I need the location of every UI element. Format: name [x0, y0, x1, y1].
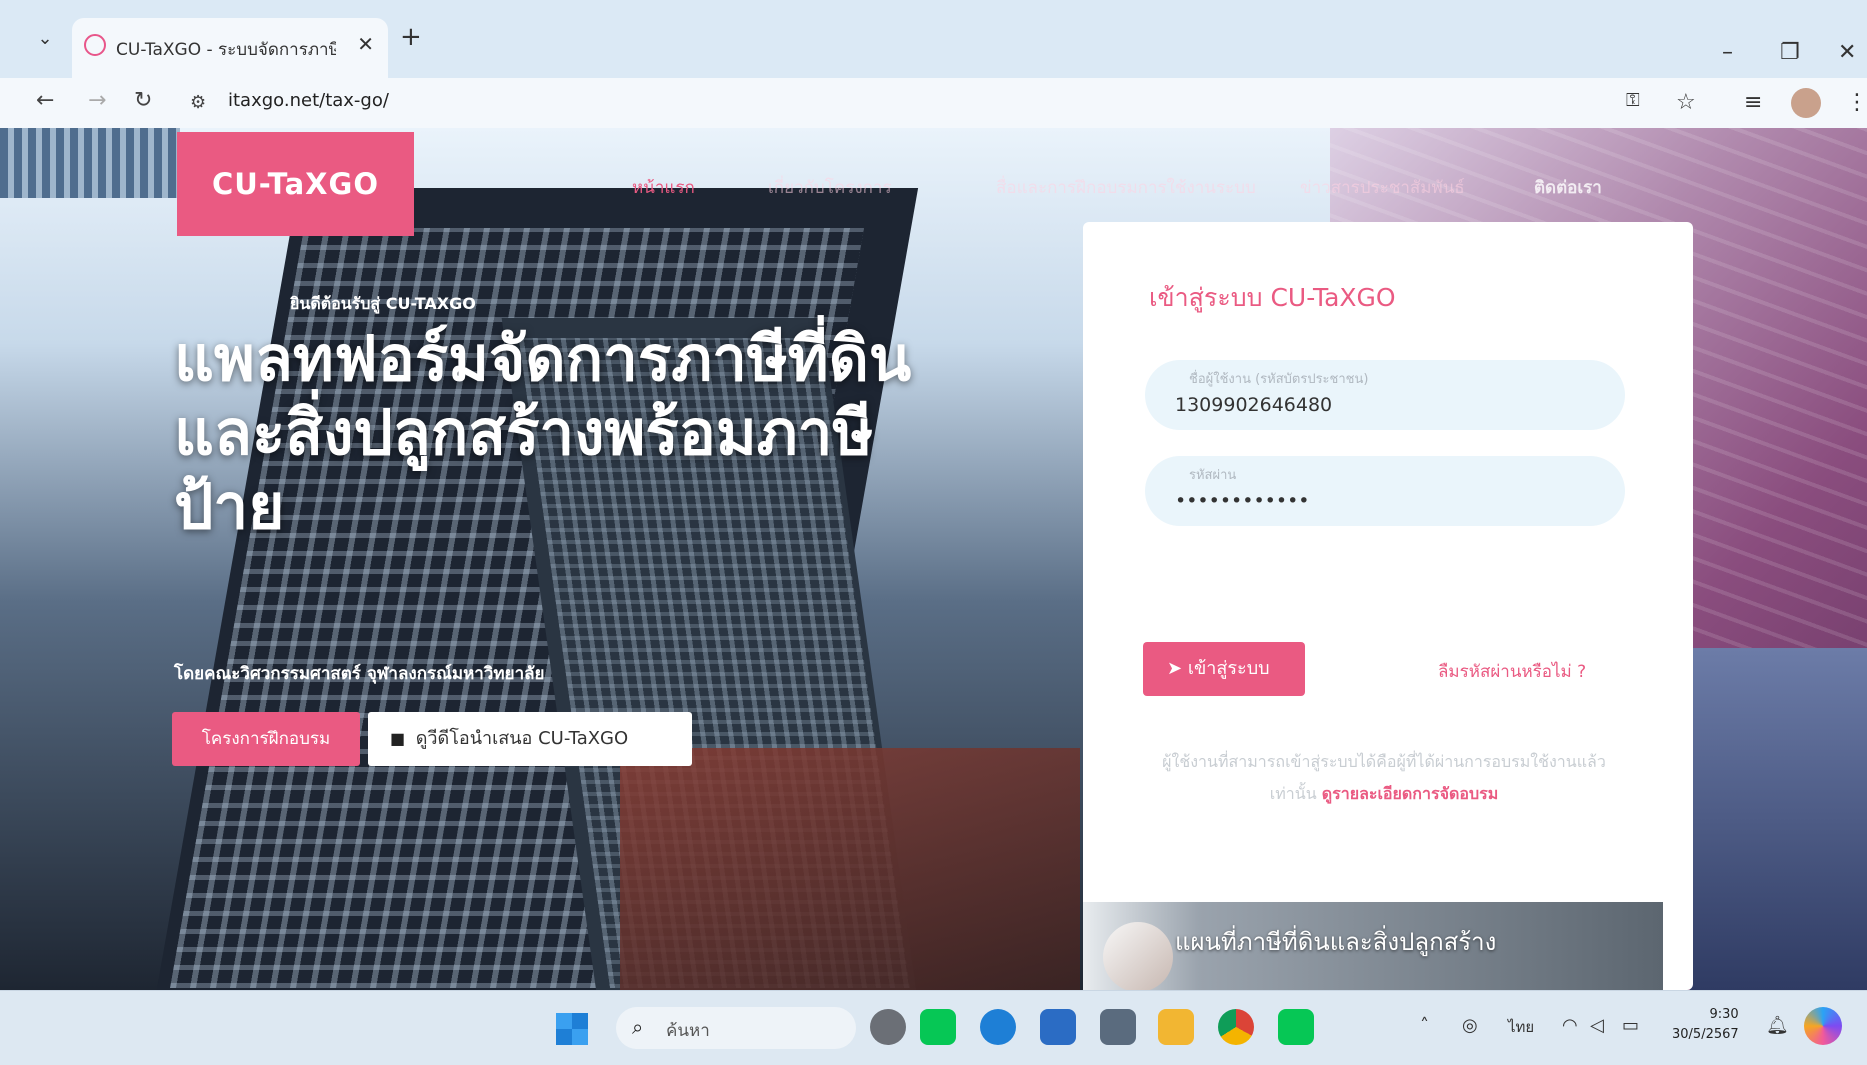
- login-note: ผู้ใช้งานที่สามารถเข้าสู่ระบบได้คือผู้ที…: [1149, 746, 1619, 810]
- line-app-icon[interactable]: [1278, 1009, 1314, 1045]
- forgot-password-link[interactable]: ลืมรหัสผ่านหรือไม่ ?: [1438, 658, 1586, 685]
- taskbar-search-placeholder: ค้นหา: [666, 1021, 710, 1041]
- username-field[interactable]: ชื่อผู้ใช้งาน (รหัสบัตรประชาชน): [1145, 360, 1625, 430]
- hero-title: แพลทฟอร์มจัดการภาษีที่ดิน และสิ่งปลูกสร้…: [174, 322, 1054, 544]
- battery-icon[interactable]: ▭: [1622, 1015, 1639, 1036]
- tab-title: CU-TaXGO - ระบบจัดการภาษีที่ดิ...: [116, 40, 336, 60]
- tray-app-icon[interactable]: ◎: [1462, 1015, 1478, 1036]
- hero-title-line: และสิ่งปลูกสร้างพร้อมภาษี: [174, 396, 874, 469]
- password-field[interactable]: รหัสผ่าน: [1145, 456, 1625, 526]
- password-input[interactable]: [1175, 486, 1595, 516]
- chrome-browser-icon[interactable]: [1218, 1009, 1254, 1045]
- nav-home[interactable]: หน้าแรก: [632, 174, 695, 201]
- reload-icon[interactable]: ↻: [134, 88, 152, 113]
- login-title: เข้าสู่ระบบ CU-TaXGO: [1149, 283, 1396, 312]
- tab-search-icon[interactable]: ⌄: [28, 24, 62, 54]
- volume-icon[interactable]: ◁: [1590, 1015, 1604, 1036]
- login-button-label: เข้าสู่ระบบ: [1187, 658, 1270, 679]
- windows-start-icon[interactable]: [556, 1013, 588, 1045]
- username-input[interactable]: [1175, 390, 1595, 420]
- background-building: [0, 128, 180, 198]
- background-building: [620, 748, 1080, 990]
- video-title: แผนที่ภาษีที่ดินและสิ่งปลูกสร้าง: [1175, 928, 1497, 956]
- watch-video-label: ดูวีดีโอนำเสนอ CU-TaXGO: [415, 728, 629, 749]
- nav-training-media[interactable]: สื่อและการฝึกอบรมการใช้งานระบบ: [996, 174, 1256, 201]
- plus-icon[interactable]: +: [400, 22, 422, 52]
- video-channel-avatar: [1103, 922, 1173, 990]
- hero-title-line: แพลทฟอร์มจัดการภาษีที่ดิน: [174, 322, 912, 395]
- training-button[interactable]: โครงการฝึกอบรม: [172, 712, 360, 766]
- favicon-icon: [84, 34, 106, 56]
- browser-tab-bar: ⌄ CU-TaXGO - ระบบจัดการภาษีที่ดิ... ✕ + …: [0, 0, 1867, 78]
- chevron-up-icon[interactable]: ˄: [1420, 1015, 1429, 1036]
- system-clock[interactable]: 9:30 30/5/2567: [1672, 1005, 1739, 1045]
- windows-taskbar: ⌕ ค้นหา ˄ ◎ ไทย ◠ ◁ ▭ 9:30 30/5/2567 🔔︎: [0, 990, 1867, 1065]
- menu-kebab-icon[interactable]: ⋮: [1846, 90, 1867, 115]
- nav-contact[interactable]: ติดต่อเรา: [1534, 174, 1602, 201]
- browser-tab[interactable]: CU-TaXGO - ระบบจัดการภาษีที่ดิ... ✕: [72, 18, 388, 78]
- site-logo[interactable]: CU-TaXGO: [177, 132, 414, 236]
- close-icon[interactable]: ✕: [357, 32, 374, 56]
- page-viewport: CU-TaXGO หน้าแรก เกี่ยวกับโครงการ สื่อแล…: [0, 128, 1867, 990]
- minimize-icon[interactable]: –: [1722, 40, 1733, 65]
- widget-icon[interactable]: [870, 1009, 906, 1045]
- watch-video-button[interactable]: ■ ดูวีดีโอนำเสนอ CU-TaXGO: [368, 712, 692, 766]
- hero-title-line: ป้าย: [174, 470, 285, 543]
- hero-eyebrow: ยินดีต้อนรับสู่ CU-TAXGO: [290, 294, 476, 313]
- nav-about[interactable]: เกี่ยวกับโครงการ: [768, 174, 892, 201]
- mail-app-icon[interactable]: [1040, 1009, 1076, 1045]
- video-thumbnail[interactable]: แผนที่ภาษีที่ดินและสิ่งปลูกสร้าง: [1083, 902, 1663, 990]
- window-close-icon[interactable]: ✕: [1838, 40, 1856, 65]
- input-language[interactable]: ไทย: [1508, 1015, 1534, 1039]
- profile-avatar[interactable]: [1791, 88, 1821, 118]
- send-icon: ➤: [1167, 658, 1183, 679]
- line-app-icon[interactable]: [920, 1009, 956, 1045]
- back-icon[interactable]: ←: [36, 88, 54, 113]
- edge-browser-icon[interactable]: [980, 1009, 1016, 1045]
- clock-date: 30/5/2567: [1672, 1027, 1739, 1042]
- copilot-icon[interactable]: [1804, 1007, 1842, 1045]
- forward-icon[interactable]: →: [88, 88, 106, 113]
- url-field[interactable]: itaxgo.net/tax-go/: [228, 90, 389, 111]
- site-settings-icon[interactable]: ⚙: [190, 92, 206, 113]
- taskbar-search[interactable]: ⌕ ค้นหา: [616, 1007, 856, 1049]
- video-camera-icon: ■: [390, 729, 406, 748]
- clock-time: 9:30: [1709, 1007, 1739, 1022]
- star-icon[interactable]: ☆: [1676, 90, 1696, 115]
- reading-list-icon[interactable]: ≡: [1744, 90, 1762, 115]
- password-label: รหัสผ่าน: [1189, 468, 1237, 483]
- address-bar: ← → ↻ ⚙ itaxgo.net/tax-go/ ⚿ ☆ ≡ ⋮: [0, 78, 1867, 128]
- login-card: เข้าสู่ระบบ CU-TaXGO ชื่อผู้ใช้งาน (รหัส…: [1083, 222, 1693, 990]
- username-label: ชื่อผู้ใช้งาน (รหัสบัตรประชาชน): [1189, 372, 1369, 387]
- hero-subtitle: โดยคณะวิศวกรรมศาสตร์ จุฬาลงกรณ์มหาวิทยาล…: [174, 664, 545, 684]
- nav-news[interactable]: ข่าวสารประชาสัมพันธ์: [1300, 174, 1465, 201]
- background-building: [1690, 648, 1867, 990]
- search-icon: ⌕: [632, 1015, 644, 1039]
- wifi-icon[interactable]: ◠: [1562, 1015, 1578, 1036]
- login-button[interactable]: ➤ เข้าสู่ระบบ: [1143, 642, 1305, 696]
- notification-bell-icon[interactable]: 🔔︎: [1766, 1015, 1789, 1036]
- training-details-link[interactable]: ดูรายละเอียดการจัดอบรม: [1322, 784, 1499, 803]
- restore-icon[interactable]: ❐: [1780, 40, 1800, 65]
- file-explorer-icon[interactable]: [1158, 1009, 1194, 1045]
- camera-app-icon[interactable]: [1100, 1009, 1136, 1045]
- password-key-icon[interactable]: ⚿: [1626, 90, 1640, 111]
